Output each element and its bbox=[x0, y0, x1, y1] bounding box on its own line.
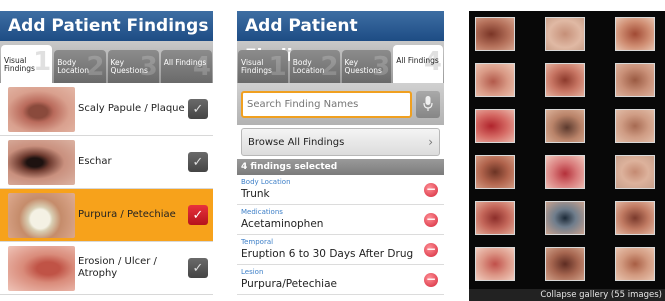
finding-thumbnail bbox=[8, 192, 75, 238]
chevron-right-icon: › bbox=[428, 135, 433, 149]
selected-finding-item: Medications Acetaminophen − bbox=[237, 205, 444, 235]
all-findings-screen: Add Patient Findings 1 Visual Findings 2… bbox=[237, 11, 444, 301]
tab-number: 1 bbox=[33, 47, 52, 77]
remove-icon[interactable]: − bbox=[424, 273, 438, 287]
gallery-image[interactable] bbox=[475, 247, 515, 281]
tab-number: 4 bbox=[192, 52, 211, 82]
gallery-image[interactable] bbox=[615, 201, 655, 235]
gallery-image[interactable] bbox=[545, 109, 585, 143]
collapse-gallery-button[interactable]: Collapse gallery (55 images) bbox=[469, 289, 665, 301]
tab-key-questions[interactable]: 3 Key Questions bbox=[341, 50, 392, 83]
gallery-image[interactable] bbox=[615, 155, 655, 189]
page-title: Add Patient Findings bbox=[237, 11, 444, 66]
finding-row[interactable]: Erosion / Ulcer / Atrophy ✓ bbox=[0, 242, 213, 295]
gallery-image[interactable] bbox=[545, 17, 585, 51]
search-bar bbox=[237, 83, 444, 125]
tab-key-questions[interactable]: 3 Key Questions bbox=[107, 50, 159, 83]
finding-label: Scaly Papule / Plaque bbox=[78, 103, 185, 114]
finding-checkbox[interactable]: ✓ bbox=[188, 205, 208, 225]
gallery-image[interactable] bbox=[615, 247, 655, 281]
finding-label: Eschar bbox=[78, 156, 112, 167]
selected-count-header: 4 findings selected bbox=[237, 159, 444, 175]
selected-finding-item: Temporal Eruption 6 to 30 Days After Dru… bbox=[237, 235, 444, 265]
tab-number: 2 bbox=[86, 52, 105, 82]
tab-number: 3 bbox=[372, 52, 391, 82]
finding-thumbnail bbox=[8, 245, 75, 291]
finding-thumbnail bbox=[8, 139, 75, 185]
selected-finding-item: Body Location Trunk − bbox=[237, 175, 444, 205]
tab-visual-findings[interactable]: 1 Visual Findings bbox=[238, 50, 288, 83]
browse-all-findings-button[interactable]: Browse All Findings › bbox=[241, 128, 440, 156]
image-gallery-screen: Collapse gallery (55 images) bbox=[469, 11, 665, 301]
gallery-image[interactable] bbox=[615, 17, 655, 51]
finding-value: Purpura/Petechiae bbox=[241, 278, 337, 290]
finding-label: Purpura / Petechiae bbox=[78, 209, 176, 220]
remove-icon[interactable]: − bbox=[424, 243, 438, 257]
tab-all-findings[interactable]: 4 All Findings bbox=[393, 45, 443, 83]
gallery-image[interactable] bbox=[615, 63, 655, 97]
tab-visual-findings[interactable]: 1 Visual Findings bbox=[1, 45, 53, 83]
remove-icon[interactable]: − bbox=[424, 183, 438, 197]
gallery-image[interactable] bbox=[545, 247, 585, 281]
tab-label: Visual Findings bbox=[4, 56, 35, 73]
finding-row[interactable]: Scaly Papule / Plaque ✓ bbox=[0, 83, 213, 136]
finding-value: Trunk bbox=[241, 188, 270, 200]
findings-tabs: 1 Visual Findings 2 Body Location 3 Key … bbox=[0, 41, 213, 83]
tab-all-findings[interactable]: 4 All Findings bbox=[160, 50, 212, 83]
visual-findings-screen: Add Patient Findings 1 Visual Findings 2… bbox=[0, 11, 213, 301]
finding-category: Body Location bbox=[241, 178, 291, 186]
tab-body-location[interactable]: 2 Body Location bbox=[289, 50, 340, 83]
tab-number: 3 bbox=[139, 52, 158, 82]
tab-label: Body Location bbox=[57, 58, 89, 75]
gallery-image[interactable] bbox=[545, 155, 585, 189]
tab-body-location[interactable]: 2 Body Location bbox=[54, 50, 106, 83]
finding-checkbox[interactable]: ✓ bbox=[188, 258, 208, 278]
finding-category: Medications bbox=[241, 208, 283, 216]
tab-number: 1 bbox=[268, 52, 287, 82]
gallery-image[interactable] bbox=[475, 109, 515, 143]
gallery-image[interactable] bbox=[615, 109, 655, 143]
gallery-image[interactable] bbox=[545, 201, 585, 235]
search-input[interactable] bbox=[241, 90, 412, 118]
browse-label: Browse All Findings bbox=[248, 136, 345, 148]
tab-number: 2 bbox=[320, 52, 339, 82]
gallery-image[interactable] bbox=[545, 63, 585, 97]
finding-row-selected[interactable]: Purpura / Petechiae ✓ bbox=[0, 189, 213, 242]
finding-row[interactable]: Eschar ✓ bbox=[0, 136, 213, 189]
remove-icon[interactable]: − bbox=[424, 213, 438, 227]
microphone-icon[interactable] bbox=[416, 90, 440, 118]
gallery-image[interactable] bbox=[475, 17, 515, 51]
gallery-image[interactable] bbox=[475, 201, 515, 235]
finding-checkbox[interactable]: ✓ bbox=[188, 99, 208, 119]
finding-category: Temporal bbox=[241, 238, 274, 246]
finding-checkbox[interactable]: ✓ bbox=[188, 152, 208, 172]
finding-thumbnail bbox=[8, 86, 75, 132]
gallery-image[interactable] bbox=[475, 155, 515, 189]
tab-label: Visual Findings bbox=[241, 58, 272, 75]
page-title: Add Patient Findings bbox=[0, 11, 213, 41]
gallery-image[interactable] bbox=[475, 63, 515, 97]
tab-number: 4 bbox=[423, 47, 442, 77]
finding-value: Acetaminophen bbox=[241, 218, 324, 230]
finding-category: Lesion bbox=[241, 268, 264, 276]
finding-label: Erosion / Ulcer / Atrophy bbox=[78, 256, 157, 279]
image-gallery bbox=[469, 11, 665, 289]
finding-value: Eruption 6 to 30 Days After Drug bbox=[241, 248, 414, 260]
selected-finding-item: Lesion Purpura/Petechiae − bbox=[237, 265, 444, 295]
